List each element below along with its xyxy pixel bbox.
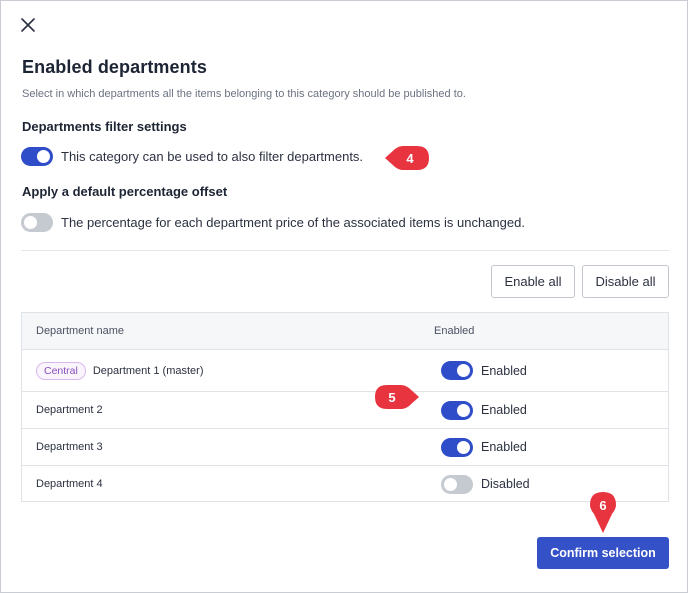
percentage-offset-toggle[interactable] (21, 213, 53, 232)
enabled-cell: Enabled (441, 350, 527, 391)
close-icon[interactable] (17, 14, 39, 36)
enabled-cell: Enabled (441, 429, 527, 465)
department-name-cell: Department 3 (36, 429, 103, 465)
table-row: Department 2 Enabled (22, 392, 668, 429)
department-status: Enabled (481, 403, 527, 417)
confirm-selection-button[interactable]: Confirm selection (537, 537, 669, 569)
filter-settings-heading: Departments filter settings (22, 119, 187, 134)
dialog-title: Enabled departments (22, 57, 207, 77)
department-name: Department 4 (36, 478, 103, 490)
step-marker-6: 6 (590, 492, 616, 534)
marker-number: 4 (406, 150, 414, 166)
column-header-enabled: Enabled (434, 325, 475, 337)
step-marker-4: 4 (383, 146, 429, 170)
step-marker-5: 5 (375, 385, 421, 409)
dialog: Enabled departments Select in which depa… (0, 0, 688, 593)
percentage-offset-heading: Apply a default percentage offset (22, 184, 228, 199)
marker-number: 5 (388, 389, 396, 405)
department-name: Department 1 (master) (92, 364, 204, 377)
percentage-offset-row: The percentage for each department price… (21, 213, 525, 232)
department-name: Department 2 (36, 404, 103, 416)
department-status: Enabled (481, 363, 527, 378)
central-badge: Central (36, 361, 86, 380)
department-1-toggle[interactable] (441, 361, 473, 380)
department-name-cell: Department 4 (36, 466, 103, 502)
section-divider (21, 250, 669, 251)
table-header: Department name Enabled (22, 313, 668, 350)
dialog-subtitle: Select in which departments all the item… (22, 88, 466, 100)
disable-all-button[interactable]: Disable all (582, 265, 669, 298)
table-row: Central Department 1 (master) Enabled (22, 350, 668, 392)
departments-table: Department name Enabled Central Departme… (21, 312, 669, 502)
department-3-toggle[interactable] (441, 437, 473, 457)
department-name: Department 3 (36, 441, 103, 453)
enabled-cell: Enabled (441, 392, 527, 428)
filter-departments-toggle[interactable] (21, 147, 53, 166)
filter-settings-row: This category can be used to also filter… (21, 147, 363, 166)
toggle-knob (457, 440, 470, 454)
table-row: Department 4 Disabled (22, 466, 668, 502)
enabled-cell: Disabled (441, 466, 530, 502)
toggle-knob (457, 364, 470, 377)
department-2-toggle[interactable] (441, 400, 473, 420)
filter-departments-label: This category can be used to also filter… (61, 149, 364, 164)
marker-number: 6 (599, 497, 607, 513)
toggle-knob (37, 150, 50, 163)
column-header-department-name: Department name (36, 325, 125, 337)
department-status: Enabled (481, 440, 527, 454)
toggle-knob (24, 216, 37, 229)
table-row: Department 3 Enabled (22, 429, 668, 466)
department-name-cell: Department 2 (36, 392, 103, 428)
toggle-knob (444, 477, 457, 491)
enable-all-button[interactable]: Enable all (491, 265, 575, 298)
toggle-knob (457, 403, 470, 417)
department-status: Disabled (481, 477, 530, 491)
percentage-offset-label: The percentage for each department price… (61, 215, 525, 230)
department-4-toggle[interactable] (441, 474, 473, 494)
department-name-cell: Central Department 1 (master) (36, 350, 204, 391)
